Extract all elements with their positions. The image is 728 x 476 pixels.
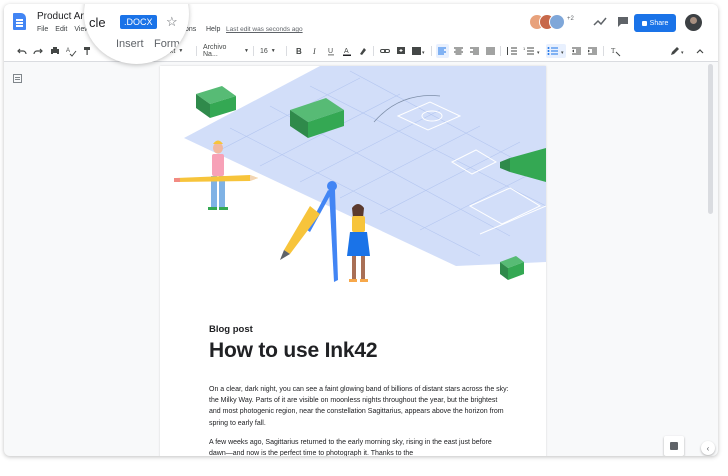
share-button[interactable]: Share: [634, 14, 676, 32]
svg-text:▾: ▾: [422, 50, 425, 56]
font-size-select[interactable]: 16 ▼: [260, 44, 282, 58]
align-center-icon[interactable]: [452, 44, 465, 58]
body-paragraph: On a clear, dark night, you can see a fa…: [209, 386, 509, 427]
svg-text:A: A: [344, 48, 349, 55]
print-icon[interactable]: [49, 44, 61, 58]
toolbar-divider: [286, 46, 287, 56]
toolbar-divider: [253, 46, 254, 56]
chevron-up-icon[interactable]: [694, 44, 706, 58]
font-size-value: 16: [260, 47, 268, 55]
font-select[interactable]: Archivo Na... ▼: [203, 44, 249, 58]
lock-icon: [641, 20, 647, 26]
undo-icon[interactable]: [16, 44, 28, 58]
app-window: Product Artic File Edit View ons Help La…: [4, 4, 718, 456]
menu-format[interactable]: Form: [154, 38, 180, 50]
svg-text:1: 1: [523, 46, 526, 51]
body-paragraph: A few weeks ago, Sagittarius returned to…: [209, 439, 492, 456]
font-select-value: Archivo Na...: [203, 44, 227, 58]
align-left-icon[interactable]: [436, 44, 449, 58]
toolbar-divider: [603, 46, 604, 56]
toolbar-divider: [196, 46, 197, 56]
bold-icon[interactable]: B: [293, 44, 305, 58]
comment-add-icon[interactable]: [395, 44, 407, 58]
last-edit-link[interactable]: Last edit was seconds ago: [226, 26, 303, 33]
text-color-icon[interactable]: A: [341, 44, 353, 58]
svg-text:T: T: [611, 47, 616, 55]
toolbar-divider: [500, 46, 501, 56]
comment-history-icon[interactable]: [616, 15, 630, 29]
document-page[interactable]: Blog post How to use Ink42 On a clear, d…: [160, 66, 546, 456]
scrollbar-thumb[interactable]: [708, 64, 713, 214]
vertical-scrollbar[interactable]: [707, 62, 715, 456]
svg-text:I: I: [312, 47, 316, 56]
redo-icon[interactable]: [32, 44, 44, 58]
toolbar-divider: [431, 46, 432, 56]
align-right-icon[interactable]: [468, 44, 481, 58]
menu-file[interactable]: File: [37, 26, 48, 33]
line-spacing-icon[interactable]: [505, 44, 518, 58]
indent-more-icon[interactable]: [586, 44, 599, 58]
image-icon[interactable]: ▾: [411, 44, 427, 58]
highlight-icon[interactable]: [357, 44, 369, 58]
numbered-list-icon[interactable]: 1▾: [522, 44, 542, 58]
italic-icon[interactable]: I: [309, 44, 321, 58]
svg-text:A: A: [66, 48, 70, 54]
spellcheck-icon[interactable]: A: [65, 44, 77, 58]
svg-text:▾: ▾: [537, 50, 540, 56]
explore-icon[interactable]: [664, 436, 684, 456]
underline-icon[interactable]: U: [325, 44, 337, 58]
indent-less-icon[interactable]: [570, 44, 583, 58]
post-kicker: Blog post: [209, 324, 253, 335]
star-icon[interactable]: ☆: [166, 14, 178, 30]
share-label: Share: [649, 19, 669, 27]
edit-mode-icon[interactable]: ▾: [669, 44, 687, 58]
avatar: [549, 14, 565, 30]
clear-format-icon[interactable]: T: [609, 44, 622, 58]
chevron-down-icon: ▼: [270, 48, 276, 54]
toolbar-divider: [373, 46, 374, 56]
link-icon[interactable]: [379, 44, 391, 58]
bulleted-list-icon[interactable]: ▾: [546, 44, 566, 58]
svg-text:▾: ▾: [561, 50, 564, 56]
menu-edit[interactable]: Edit: [55, 26, 67, 33]
paint-format-icon[interactable]: [81, 44, 93, 58]
chevron-left-icon[interactable]: ‹: [701, 441, 715, 455]
document-outline-icon[interactable]: [13, 74, 22, 83]
docs-logo-icon[interactable]: [13, 13, 26, 30]
docx-badge[interactable]: .DOCX: [120, 15, 157, 29]
avatar-count: +2: [567, 16, 574, 22]
post-heading: How to use Ink42: [209, 339, 378, 362]
justify-icon[interactable]: [484, 44, 497, 58]
header-illustration: [174, 66, 546, 282]
lego-brick-left: [196, 86, 236, 118]
collaborator-avatars[interactable]: +2: [529, 14, 579, 32]
svg-text:▾: ▾: [681, 50, 684, 56]
activity-trend-icon[interactable]: [593, 15, 607, 29]
menu-insert[interactable]: Insert: [116, 38, 144, 50]
svg-text:U: U: [328, 48, 333, 55]
account-avatar[interactable]: [685, 14, 702, 31]
menu-help[interactable]: Help: [206, 26, 220, 33]
lens-document-title: cle: [89, 15, 106, 30]
menu-bar: File Edit View: [37, 26, 89, 33]
svg-text:B: B: [296, 47, 302, 56]
chevron-down-icon: ▼: [244, 48, 249, 54]
